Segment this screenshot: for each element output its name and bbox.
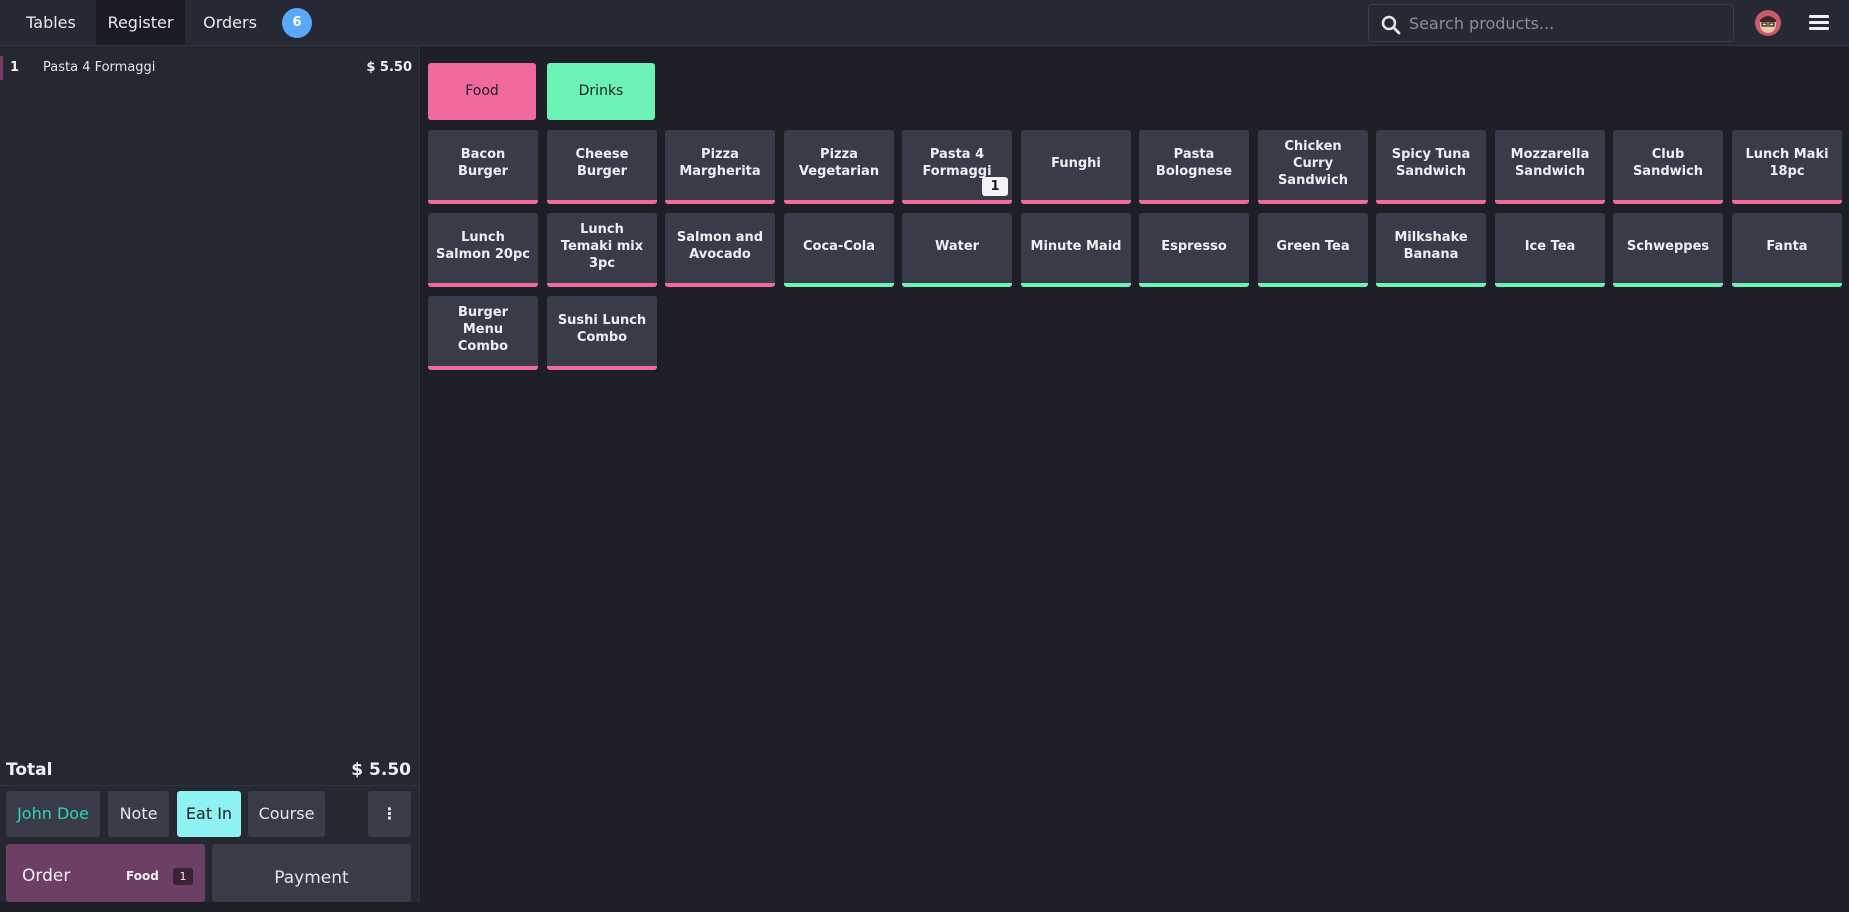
eat-in-button[interactable]: Eat In <box>177 791 241 837</box>
product-name: Espresso <box>1161 238 1227 254</box>
product-name: Schweppes <box>1626 238 1710 254</box>
product-tile[interactable]: Chicken Curry Sandwich <box>1258 130 1368 204</box>
product-name: Bacon Burger <box>457 147 509 179</box>
product-tile[interactable]: Green Tea <box>1258 213 1368 287</box>
product-tile[interactable]: Coca-Cola <box>784 213 894 287</box>
search-box[interactable] <box>1368 4 1734 42</box>
product-name: Funghi <box>1051 155 1101 171</box>
tab-orders[interactable]: Orders <box>190 0 270 45</box>
product-name: Chicken Curry Sandwich <box>1277 138 1349 188</box>
product-name: Lunch Salmon 20pc <box>436 230 530 262</box>
category-food[interactable]: Food <box>428 63 536 120</box>
tab-register[interactable]: Register <box>96 0 185 45</box>
product-name: Green Tea <box>1276 238 1350 254</box>
user-avatar[interactable] <box>1755 10 1781 36</box>
note-button[interactable]: Note <box>108 791 169 837</box>
product-name: Spicy Tuna Sandwich <box>1391 147 1471 179</box>
product-tile[interactable]: Pasta Bolognese <box>1139 130 1249 204</box>
tab-tables[interactable]: Tables <box>8 0 94 45</box>
product-name: Minute Maid <box>1030 238 1122 254</box>
product-name: Ice Tea <box>1524 238 1576 254</box>
product-tile[interactable]: Pizza Vegetarian <box>784 130 894 204</box>
product-tile[interactable]: Ice Tea <box>1495 213 1605 287</box>
product-tile[interactable]: Sushi Lunch Combo <box>547 296 657 370</box>
product-name: Sushi Lunch Combo <box>557 313 647 345</box>
product-tile[interactable]: Fanta <box>1732 213 1842 287</box>
search-icon <box>1381 15 1401 35</box>
order-line-price: $ 5.50 <box>366 60 412 75</box>
order-pane: 1 Pasta 4 Formaggi $ 5.50 Total $ 5.50 J… <box>0 46 420 902</box>
top-bar: Tables Register Orders 6 <box>0 0 1849 46</box>
product-tile[interactable]: Minute Maid <box>1021 213 1131 287</box>
product-name: Pizza Vegetarian <box>798 147 880 179</box>
product-tile[interactable]: Club Sandwich <box>1613 130 1723 204</box>
order-line-qty: 1 <box>10 60 20 75</box>
order-line[interactable]: 1 Pasta 4 Formaggi $ 5.50 <box>0 56 420 80</box>
product-name: Fanta <box>1766 238 1808 254</box>
order-line-name: Pasta 4 Formaggi <box>43 60 156 75</box>
product-name: Lunch Maki 18pc <box>1745 147 1829 179</box>
order-button-label: Order <box>22 866 71 886</box>
menu-icon[interactable] <box>1809 15 1829 31</box>
product-tile[interactable]: Mozzarella Sandwich <box>1495 130 1605 204</box>
product-tile[interactable]: Funghi <box>1021 130 1131 204</box>
total-amount: $ 5.50 <box>351 760 411 780</box>
product-tile[interactable]: Cheese Burger <box>547 130 657 204</box>
product-name: Lunch Temaki mix 3pc <box>560 221 644 271</box>
product-tile[interactable]: Espresso <box>1139 213 1249 287</box>
product-tile[interactable]: Lunch Maki 18pc <box>1732 130 1842 204</box>
product-name: Mozzarella Sandwich <box>1510 147 1590 179</box>
order-count-badge: 1 <box>173 868 193 885</box>
product-tile[interactable]: Pizza Margherita <box>665 130 775 204</box>
order-button[interactable]: Order Food 1 <box>6 844 205 902</box>
product-name: Salmon and Avocado <box>676 230 764 262</box>
search-input[interactable] <box>1409 9 1719 37</box>
product-name: Club Sandwich <box>1632 147 1704 179</box>
product-name: Cheese Burger <box>575 147 629 179</box>
product-name: Pasta 4 Formaggi <box>922 147 992 179</box>
product-name: Pizza Margherita <box>679 147 761 179</box>
product-tile[interactable]: Burger Menu Combo <box>428 296 538 370</box>
customer-button[interactable]: John Doe <box>6 791 100 837</box>
product-tile[interactable]: Milkshake Banana <box>1376 213 1486 287</box>
product-tile[interactable]: Bacon Burger <box>428 130 538 204</box>
product-name: Milkshake Banana <box>1394 230 1468 262</box>
product-tile[interactable]: Lunch Salmon 20pc <box>428 213 538 287</box>
product-name: Water <box>934 238 980 254</box>
product-name: Burger Menu Combo <box>457 304 509 354</box>
product-tile[interactable]: Water <box>902 213 1012 287</box>
product-tile[interactable]: Spicy Tuna Sandwich <box>1376 130 1486 204</box>
more-actions-button[interactable]: ⋮ <box>368 791 411 837</box>
category-drinks[interactable]: Drinks <box>547 63 655 120</box>
product-tile[interactable]: Lunch Temaki mix 3pc <box>547 213 657 287</box>
product-name: Coca-Cola <box>802 238 876 254</box>
product-tile[interactable]: Schweppes <box>1613 213 1723 287</box>
course-button[interactable]: Course <box>248 791 325 837</box>
total-label: Total <box>6 760 53 780</box>
order-total: Total $ 5.50 <box>0 752 419 786</box>
payment-button[interactable]: Payment <box>212 844 411 902</box>
product-name: Pasta Bolognese <box>1155 147 1233 179</box>
product-qty-badge: 1 <box>982 177 1008 196</box>
orders-count-badge[interactable]: 6 <box>282 8 312 38</box>
product-tile[interactable]: Pasta 4 Formaggi 1 <box>902 130 1012 204</box>
order-category-label: Food <box>126 869 159 883</box>
product-tile[interactable]: Salmon and Avocado <box>665 213 775 287</box>
